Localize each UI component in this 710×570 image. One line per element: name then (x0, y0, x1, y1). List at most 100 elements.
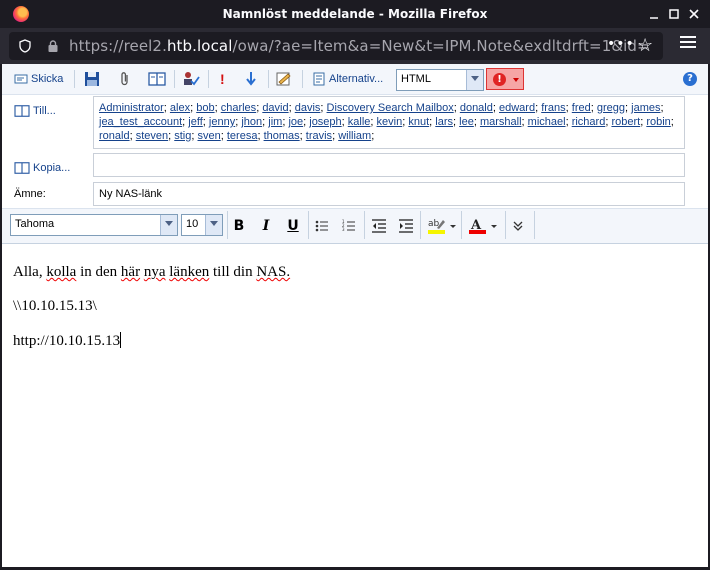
bullet-list-icon[interactable] (315, 219, 329, 233)
shield-icon[interactable] (19, 39, 31, 53)
send-button[interactable]: Skicka (14, 71, 63, 87)
recipient-link[interactable]: michael (528, 116, 566, 128)
help-icon[interactable]: ? (683, 72, 697, 86)
recipient-link[interactable]: lee (459, 116, 474, 128)
recipient-link[interactable]: teresa (227, 130, 258, 142)
recipient-link[interactable]: marshall (480, 116, 522, 128)
recipient-link[interactable]: robin (646, 116, 670, 128)
toolbar-divider (268, 70, 269, 88)
increase-indent-icon[interactable] (399, 219, 414, 233)
recipient-link[interactable]: robert (611, 116, 640, 128)
recipient-link[interactable]: steven (136, 130, 168, 142)
check-names-icon[interactable] (182, 71, 200, 87)
recipient-link[interactable]: alex (170, 102, 190, 114)
save-icon[interactable] (84, 71, 100, 87)
recipient-link[interactable]: sven (198, 130, 221, 142)
subject-input[interactable]: Ny NAS-länk (93, 182, 685, 206)
importance-icon: ! (493, 73, 506, 86)
send-label: Skicka (31, 73, 64, 85)
recipient-link[interactable]: bob (196, 102, 214, 114)
recipient-link[interactable]: joseph (309, 116, 341, 128)
attach-paperclip-icon[interactable] (118, 71, 132, 87)
recipient-link[interactable]: richard (572, 116, 606, 128)
recipient-link[interactable]: james (631, 102, 660, 114)
toolbar-divider (534, 211, 535, 239)
to-button[interactable]: Till... (14, 104, 56, 118)
message-word: här (120, 264, 141, 280)
font-family-select[interactable]: Tahoma (10, 214, 178, 236)
bold-button[interactable]: B (228, 216, 250, 236)
highlight-color-icon[interactable]: ab (427, 217, 457, 235)
toolbar-divider (505, 211, 506, 239)
recipient-link[interactable]: Discovery Search Mailbox (327, 102, 454, 114)
owa-compose-page: Skicka ! Alternativ... HTML ! ? Till... (2, 64, 708, 567)
chevron-down-icon (205, 215, 222, 235)
decrease-indent-icon[interactable] (372, 219, 387, 233)
recipient-link[interactable]: jim (268, 116, 282, 128)
recipient-link[interactable]: gregg (597, 102, 625, 114)
message-line-2: \\10.10.15.13\ (13, 298, 97, 314)
recipient-link[interactable]: charles (221, 102, 256, 114)
recipient-link[interactable]: stig (174, 130, 191, 142)
cc-button[interactable]: Kopia... (14, 161, 70, 175)
recipient-link[interactable]: fred (572, 102, 591, 114)
recipient-link[interactable]: david (262, 102, 288, 114)
importance-high-icon[interactable]: ! (220, 71, 225, 87)
maximize-icon[interactable] (666, 6, 682, 22)
window-titlebar: Namnlöst meddelande - Mozilla Firefox (0, 0, 710, 28)
window-title: Namnlöst meddelande - Mozilla Firefox (222, 7, 488, 21)
importance-button[interactable]: ! (486, 68, 524, 90)
recipient-link[interactable]: davis (295, 102, 321, 114)
options-icon (313, 72, 325, 86)
font-size-select[interactable]: 10 (181, 214, 223, 236)
to-field[interactable]: Administrator; alex; bob; charles; david… (93, 96, 685, 149)
recipient-link[interactable]: lars (435, 116, 453, 128)
numbered-list-icon[interactable]: 123 (342, 219, 356, 233)
importance-low-arrow-icon[interactable] (245, 71, 257, 87)
recipient-link[interactable]: jeff (188, 116, 202, 128)
recipient-link[interactable]: thomas (264, 130, 300, 142)
recipient-link[interactable]: ronald (99, 130, 130, 142)
url-text[interactable]: https://reel2.htb.local/owa/?ae=Item&a=N… (69, 37, 650, 55)
cc-field[interactable] (93, 153, 685, 177)
toolbar-divider (302, 70, 303, 88)
toolbar-divider (174, 70, 175, 88)
recipient-link[interactable]: kalle (348, 116, 371, 128)
format-select[interactable]: HTML (396, 69, 484, 91)
message-word: in (80, 264, 92, 280)
recipient-link[interactable]: jea_test_account (99, 116, 182, 128)
recipient-link[interactable]: kevin (377, 116, 403, 128)
formatting-toolbar: Tahoma 10 B I U 123 ab A (2, 208, 708, 244)
lock-icon[interactable] (47, 40, 59, 52)
hamburger-menu-icon[interactable] (680, 36, 696, 48)
underline-button[interactable]: U (282, 216, 304, 236)
subject-value: Ny NAS-länk (99, 188, 162, 200)
subject-label: Ämne: (14, 188, 46, 200)
message-body-editor[interactable]: Alla, kolla in den här nya länken till d… (13, 264, 290, 366)
recipient-link[interactable]: william (338, 130, 371, 142)
toolbar-divider (208, 70, 209, 88)
minimize-icon[interactable] (646, 6, 662, 22)
close-icon[interactable] (686, 6, 702, 22)
recipient-link[interactable]: edward (499, 102, 535, 114)
recipient-link[interactable]: travis (306, 130, 332, 142)
recipient-link[interactable]: donald (460, 102, 493, 114)
bookmark-star-icon[interactable]: ☆ (637, 35, 653, 56)
options-button[interactable]: Alternativ... (312, 71, 383, 87)
message-word: NAS. (256, 264, 291, 280)
address-book-icon[interactable] (148, 71, 166, 87)
recipient-link[interactable]: knut (408, 116, 429, 128)
page-actions-icon[interactable]: ••• (607, 36, 635, 52)
recipient-link[interactable]: joe (288, 116, 303, 128)
recipient-link[interactable]: jenny (209, 116, 235, 128)
address-book-icon (14, 162, 30, 174)
double-chevron-down-icon[interactable] (512, 220, 524, 232)
recipient-link[interactable]: frans (541, 102, 565, 114)
url-bar[interactable]: https://reel2.htb.local/owa/?ae=Item&a=N… (9, 32, 663, 60)
recipient-link[interactable]: Administrator (99, 102, 164, 114)
font-color-icon[interactable]: A (468, 217, 498, 235)
recipient-link[interactable]: jhon (241, 116, 262, 128)
chevron-down-icon (160, 215, 177, 235)
signature-icon[interactable] (276, 71, 292, 87)
italic-button[interactable]: I (255, 216, 277, 236)
